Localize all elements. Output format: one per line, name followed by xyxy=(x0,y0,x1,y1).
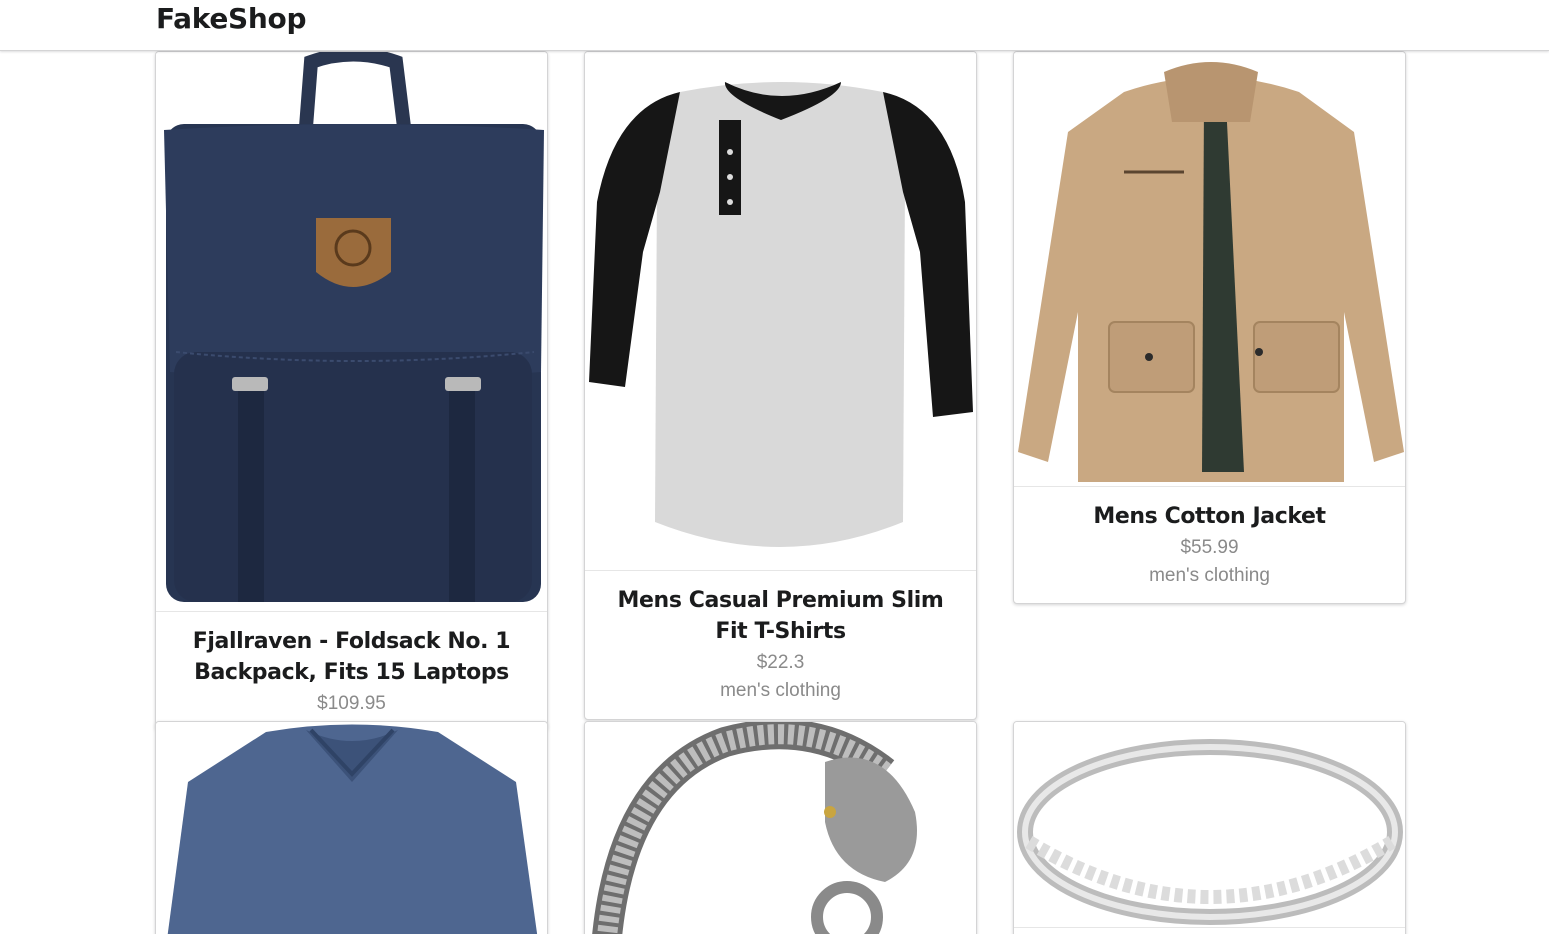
product-content: Fjallraven - Foldsack No. 1 Backpack, Fi… xyxy=(156,611,547,726)
product-content: Mens Cotton Jacket $55.99 men's clothing xyxy=(1014,486,1405,598)
product-price: $22.3 xyxy=(756,652,805,673)
product-category: men's clothing xyxy=(720,680,841,701)
product-card-tshirt[interactable]: Mens Casual Premium Slim Fit T-Shirts $2… xyxy=(584,51,977,720)
top-menu-bar: FakeShop xyxy=(0,0,1549,51)
product-content xyxy=(1014,927,1405,934)
product-title[interactable]: Fjallraven - Foldsack No. 1 Backpack, Fi… xyxy=(170,626,533,688)
product-image-bracelet[interactable] xyxy=(585,722,976,934)
product-title[interactable]: Mens Casual Premium Slim Fit T-Shirts xyxy=(599,585,962,647)
product-image-ring[interactable] xyxy=(1014,722,1405,927)
product-title[interactable]: Mens Cotton Jacket xyxy=(1028,501,1391,532)
product-price: $55.99 xyxy=(1180,537,1239,558)
product-card-backpack[interactable]: Fjallraven - Foldsack No. 1 Backpack, Fi… xyxy=(155,51,548,731)
product-image-vneck[interactable] xyxy=(156,722,547,934)
product-category: men's clothing xyxy=(1149,565,1270,586)
product-image-tshirt[interactable] xyxy=(585,52,976,570)
product-card-ring[interactable] xyxy=(1013,721,1406,934)
product-price: $109.95 xyxy=(317,693,386,714)
product-card-bracelet[interactable] xyxy=(584,721,977,934)
product-image-backpack[interactable] xyxy=(156,52,547,611)
brand-logo-text[interactable]: FakeShop xyxy=(156,2,307,35)
product-card-vneck[interactable] xyxy=(155,721,548,934)
product-card-jacket[interactable]: Mens Cotton Jacket $55.99 men's clothing xyxy=(1013,51,1406,604)
product-content: Mens Casual Premium Slim Fit T-Shirts $2… xyxy=(585,570,976,713)
product-image-jacket[interactable] xyxy=(1014,52,1405,486)
